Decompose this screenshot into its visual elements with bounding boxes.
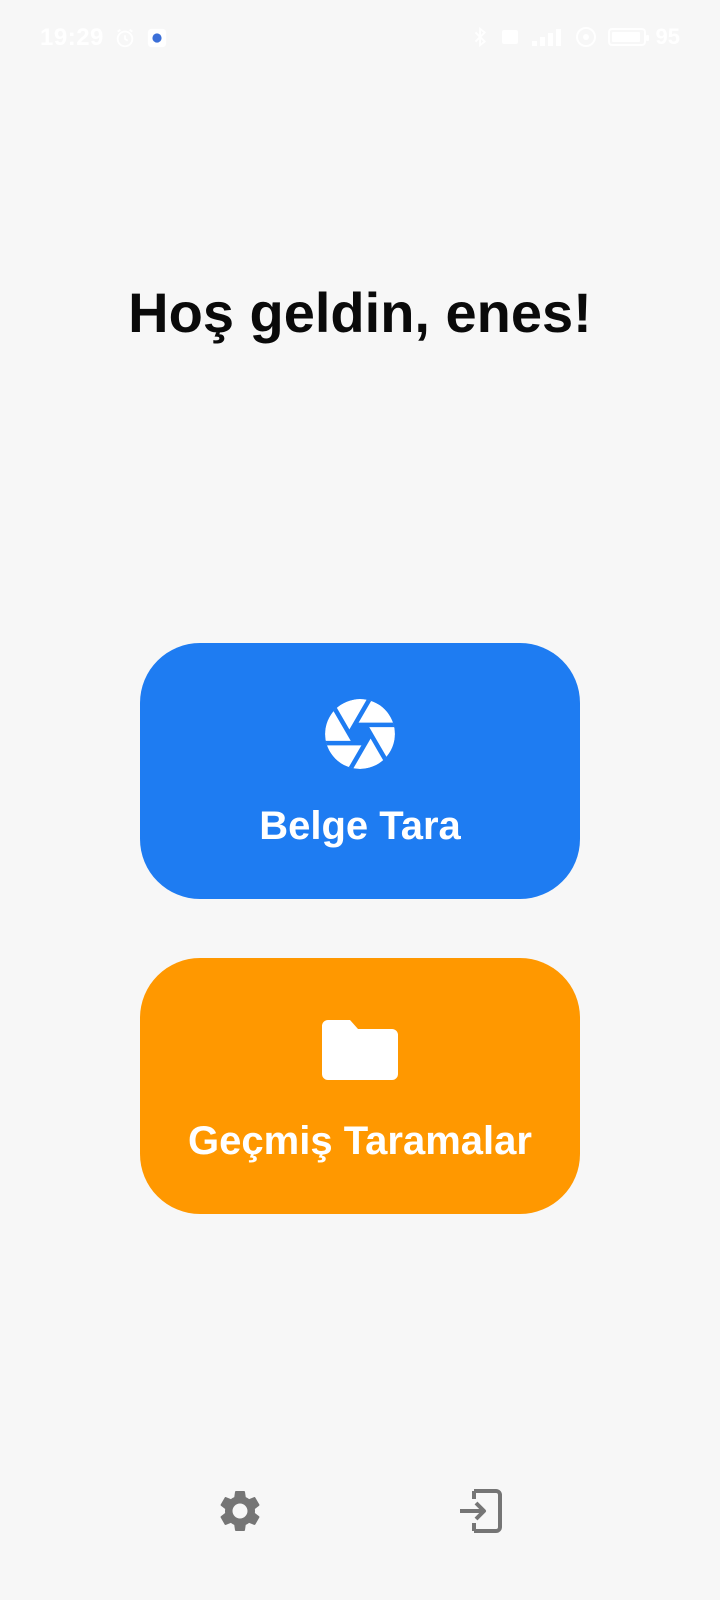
- scan-history-button[interactable]: Geçmiş Taramalar: [140, 958, 580, 1214]
- signal-icon: [530, 26, 564, 48]
- logout-icon: [456, 1487, 504, 1540]
- welcome-heading: Hoş geldin, enes!: [128, 281, 592, 344]
- status-time: 19:29: [40, 24, 104, 51]
- app-notification-icon: [146, 27, 168, 49]
- status-bar-right: 95: [472, 24, 680, 50]
- gear-icon: [215, 1486, 265, 1541]
- scan-document-button[interactable]: Belge Tara: [140, 643, 580, 899]
- battery-percent: 95: [655, 24, 680, 49]
- status-bar: 19:29 95: [0, 0, 720, 76]
- camera-aperture-icon: [322, 694, 398, 774]
- battery-icon: [607, 28, 649, 46]
- folder-icon: [322, 1009, 398, 1089]
- scan-document-label: Belge Tara: [259, 803, 461, 848]
- status-bar-left: 19:29: [40, 24, 168, 52]
- alarm-icon: [114, 27, 136, 49]
- logout-button[interactable]: [448, 1485, 512, 1541]
- wifi-icon: [574, 26, 598, 48]
- bluetooth-icon: [472, 26, 490, 48]
- scan-history-label: Geçmiş Taramalar: [188, 1118, 532, 1163]
- settings-button[interactable]: [208, 1485, 272, 1541]
- sim-icon: [500, 27, 520, 47]
